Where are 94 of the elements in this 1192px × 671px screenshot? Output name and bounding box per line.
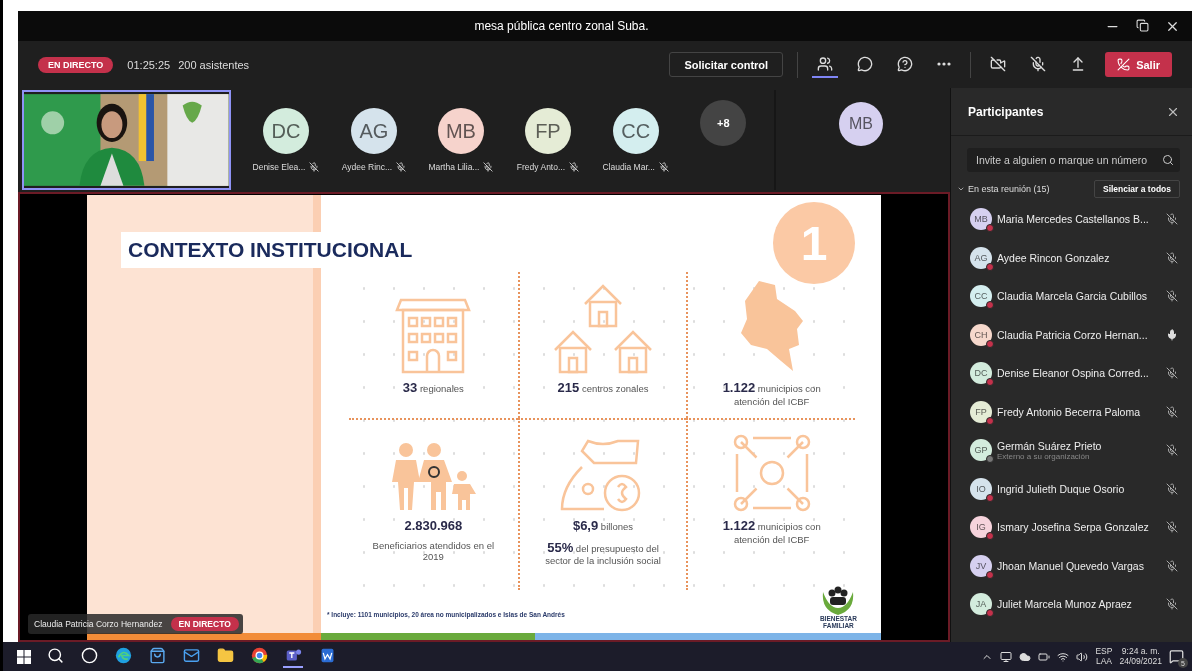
window-title: mesa pública centro zonal Suba. — [473, 19, 650, 33]
people-circle-icon — [732, 434, 811, 512]
participant-name: Martha Lilia... — [428, 162, 480, 172]
chat-app-icon[interactable] — [284, 647, 302, 664]
browser-icon[interactable] — [114, 647, 132, 664]
stat-text: 33 regionales — [402, 383, 464, 394]
camera-off-icon — [990, 55, 1007, 72]
building-icon — [393, 296, 474, 374]
notifications-icon[interactable] — [1169, 649, 1184, 664]
participant-name: Fredy Antonio Becerra Paloma — [997, 405, 1141, 418]
stat-text: $6,9 billones — [572, 521, 634, 532]
avatar: FP — [524, 108, 571, 154]
mail-icon[interactable] — [182, 647, 200, 664]
avatar: JV — [970, 554, 992, 577]
avatar: CH — [970, 323, 992, 346]
phone-icon — [1117, 58, 1131, 71]
folder-icon[interactable] — [216, 647, 234, 664]
logo-icon — [821, 586, 856, 617]
avatar: IG — [970, 516, 992, 539]
participant-name: Aydee Rincon Gonzalez — [997, 251, 1111, 264]
avatar: CC — [612, 108, 659, 154]
more-participants-count[interactable]: +8 — [700, 100, 747, 146]
monitor-icon[interactable] — [1000, 650, 1013, 663]
live-badge: EN DIRECTO — [170, 617, 239, 631]
participant-name: Ingrid Julieth Duque Osorio — [997, 482, 1126, 495]
search-icon[interactable] — [46, 647, 64, 664]
mic-off-icon — [1030, 55, 1047, 72]
avatar: FP — [970, 400, 992, 423]
store-icon[interactable] — [148, 647, 166, 664]
caret-icon — [957, 185, 965, 193]
cloud-icon[interactable] — [1019, 650, 1032, 663]
more-icon — [937, 61, 952, 66]
participant-name: Ismary Josefina Serpa Gonzalez — [997, 521, 1150, 534]
chat-icon — [857, 55, 874, 72]
participant-name: Aydee Rinc... — [341, 162, 393, 172]
participant-name: Maria Mercedes Castellanos B... — [997, 213, 1150, 226]
attendee-count: 200 asistentes — [178, 58, 250, 71]
avatar: MB — [970, 208, 992, 231]
language-indicator[interactable]: ESP — [1095, 646, 1113, 657]
section-toggle[interactable]: En esta reunión (15) — [957, 184, 1050, 194]
participant-name: Denise Eleanor Ospina Corred... — [997, 367, 1150, 380]
panel-title: Participantes — [968, 104, 1044, 119]
avatar: JA — [970, 593, 992, 616]
participant-name: Jhoan Manuel Quevedo Vargas — [997, 559, 1145, 572]
houses-icon — [553, 284, 653, 374]
avatar: MB — [437, 108, 484, 154]
avatar: DC — [970, 362, 992, 385]
network-icon[interactable] — [1057, 650, 1070, 663]
stat-text: 2.830.968 — [404, 518, 463, 533]
participant-subtitle: Externo a su organización — [997, 451, 1091, 461]
participant-name: Fredy Anto... — [516, 162, 566, 172]
stat-text: Beneficiarios atendidos en el 2019 — [372, 539, 495, 562]
mic-off-icon — [569, 162, 580, 172]
avatar: GP — [970, 439, 992, 462]
elapsed-time: 01:25:25 — [127, 58, 171, 71]
avatar: AG — [350, 108, 397, 154]
participant-name: Claudia Marcela Garcia Cubillos — [997, 290, 1148, 303]
mic-off-icon — [309, 162, 320, 172]
restore-icon[interactable] — [1136, 18, 1149, 32]
stat-text: 1.122 municipios con atención del ICBF — [722, 521, 821, 545]
mic-off-icon — [658, 162, 669, 172]
mic-off-icon — [483, 162, 494, 172]
mute-all-button[interactable]: Silenciar a todos — [1093, 180, 1180, 198]
avatar: MB — [838, 102, 883, 146]
participant-name: Denise Elea... — [252, 162, 306, 172]
clock-time[interactable]: 9:24 a. m. — [1121, 646, 1160, 657]
participant-name: Claudia Mar... — [602, 162, 655, 172]
windows-logo-icon[interactable] — [17, 649, 31, 664]
mic-off-icon — [396, 162, 407, 172]
people-icon — [817, 55, 834, 72]
circle-icon[interactable] — [80, 647, 98, 664]
live-badge: EN DIRECTO — [38, 56, 114, 73]
leave-button[interactable]: Salir — [1105, 52, 1172, 77]
presenter-name: Claudia Patricia Corzo Hernandez — [34, 619, 163, 629]
volume-icon[interactable] — [1076, 650, 1089, 663]
keyboard-layout[interactable]: LAA — [1095, 656, 1112, 667]
stat-text: 215 centros zonales — [557, 383, 649, 394]
avatar: IO — [970, 477, 992, 500]
request-control-button[interactable]: Solicitar control — [669, 52, 784, 77]
participant-name: Germán Suárez Prieto — [997, 439, 1103, 452]
stat-text: 55% del presupuesto del sector de la inclusión social — [545, 542, 661, 567]
battery-icon[interactable] — [1038, 650, 1051, 663]
clock-date[interactable]: 24/09/2021 — [1119, 656, 1162, 667]
search-icon — [1162, 154, 1174, 166]
question-chat-icon — [897, 55, 914, 72]
avatar: CC — [970, 285, 992, 308]
browser-icon[interactable] — [250, 647, 268, 664]
slide-number: 1 — [773, 202, 855, 284]
participant-name: Claudia Patricia Corzo Hernan... — [997, 328, 1149, 341]
search-field[interactable]: Invite a alguien o marque un número — [967, 148, 1180, 172]
avatar: DC — [262, 108, 309, 154]
avatar: AG — [970, 246, 992, 269]
stat-text: 1.122 municipios con atención del ICBF — [722, 383, 821, 407]
participant-name: Juliet Marcela Munoz Apraez — [997, 598, 1133, 611]
